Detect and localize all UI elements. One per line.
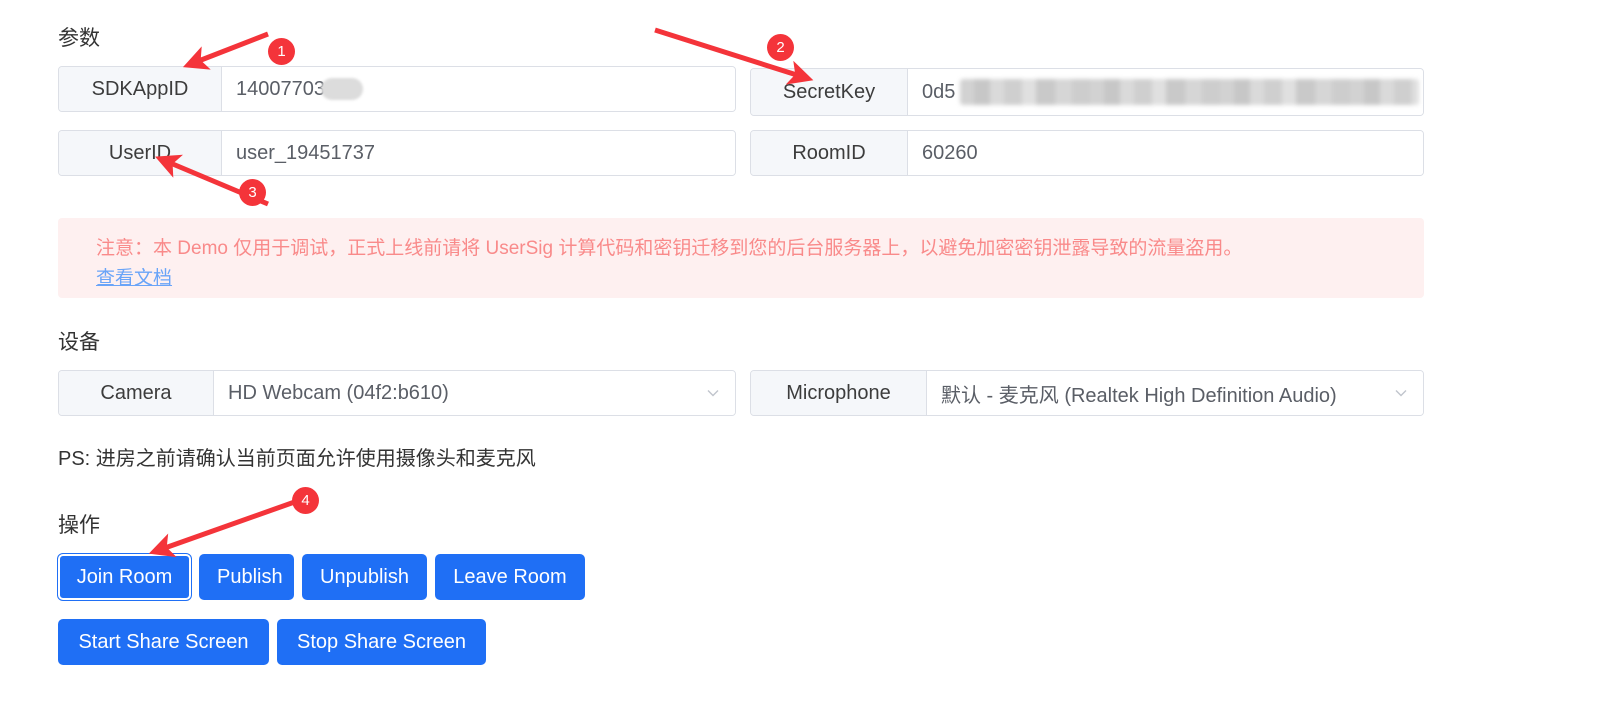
usersig-warning-text: 注意：本 Demo 仅用于调试，正式上线前请将 UserSig 计算代码和密钥迁… — [96, 238, 1243, 259]
microphone-selected-value: 默认 - 麦克风 (Realtek High Definition Audio) — [941, 384, 1337, 407]
secretkey-label: SecretKey — [751, 69, 908, 115]
userid-value: user_19451737 — [236, 141, 376, 164]
usersig-warning-alert: 注意：本 Demo 仅用于调试，正式上线前请将 UserSig 计算代码和密钥迁… — [58, 218, 1424, 298]
unpublish-button[interactable]: Unpublish — [302, 554, 427, 600]
params-section-title: 参数 — [58, 27, 100, 50]
annotation-badge-3: 3 — [239, 179, 266, 206]
device-permission-note: PS: 进房之前请确认当前页面允许使用摄像头和麦克风 — [58, 448, 536, 470]
secretkey-input-group[interactable]: SecretKey 0d5 — [750, 68, 1424, 116]
stop-share-screen-button[interactable]: Stop Share Screen — [277, 619, 486, 665]
roomid-value: 60260 — [922, 141, 978, 164]
annotation-badge-1: 1 — [268, 38, 295, 65]
roomid-label: RoomID — [751, 131, 908, 175]
chevron-down-icon[interactable] — [1393, 385, 1409, 401]
camera-select-group[interactable]: Camera HD Webcam (04f2:b610) — [58, 370, 736, 416]
sdkappid-input[interactable]: 14007703 — [222, 67, 735, 111]
actions-section-title: 操作 — [58, 514, 100, 537]
sdkappid-redaction-block — [320, 78, 363, 100]
start-share-screen-button[interactable]: Start Share Screen — [58, 619, 269, 665]
annotation-badge-4: 4 — [292, 487, 319, 514]
camera-selected-value: HD Webcam (04f2:b610) — [228, 381, 449, 404]
microphone-select[interactable]: 默认 - 麦克风 (Realtek High Definition Audio) — [927, 371, 1423, 415]
userid-input-group[interactable]: UserID user_19451737 — [58, 130, 736, 176]
trtc-demo-page: 参数 SDKAppID 14007703 SecretKey 0d5 UserI… — [0, 0, 1609, 701]
view-doc-link[interactable]: 查看文档 — [96, 264, 172, 294]
sdkappid-value: 14007703 — [236, 77, 325, 100]
camera-label: Camera — [59, 371, 214, 415]
publish-button[interactable]: Publish — [199, 554, 294, 600]
annotation-arrow-1 — [182, 31, 269, 70]
join-room-button[interactable]: Join Room — [58, 554, 191, 600]
annotation-badge-2: 2 — [767, 34, 794, 61]
camera-select[interactable]: HD Webcam (04f2:b610) — [214, 371, 735, 415]
secretkey-redaction-block — [960, 79, 1419, 105]
roomid-input[interactable]: 60260 — [908, 131, 1423, 175]
secretkey-input[interactable]: 0d5 — [908, 69, 1423, 115]
userid-input[interactable]: user_19451737 — [222, 131, 735, 175]
secretkey-value: 0d5 — [922, 80, 956, 103]
roomid-input-group[interactable]: RoomID 60260 — [750, 130, 1424, 176]
sdkappid-label: SDKAppID — [59, 67, 222, 111]
leave-room-button[interactable]: Leave Room — [435, 554, 585, 600]
microphone-select-group[interactable]: Microphone 默认 - 麦克风 (Realtek High Defini… — [750, 370, 1424, 416]
chevron-down-icon[interactable] — [705, 385, 721, 401]
annotation-arrow-4 — [148, 496, 304, 558]
microphone-label: Microphone — [751, 371, 927, 415]
userid-label: UserID — [59, 131, 222, 175]
devices-section-title: 设备 — [58, 331, 100, 354]
sdkappid-input-group[interactable]: SDKAppID 14007703 — [58, 66, 736, 112]
